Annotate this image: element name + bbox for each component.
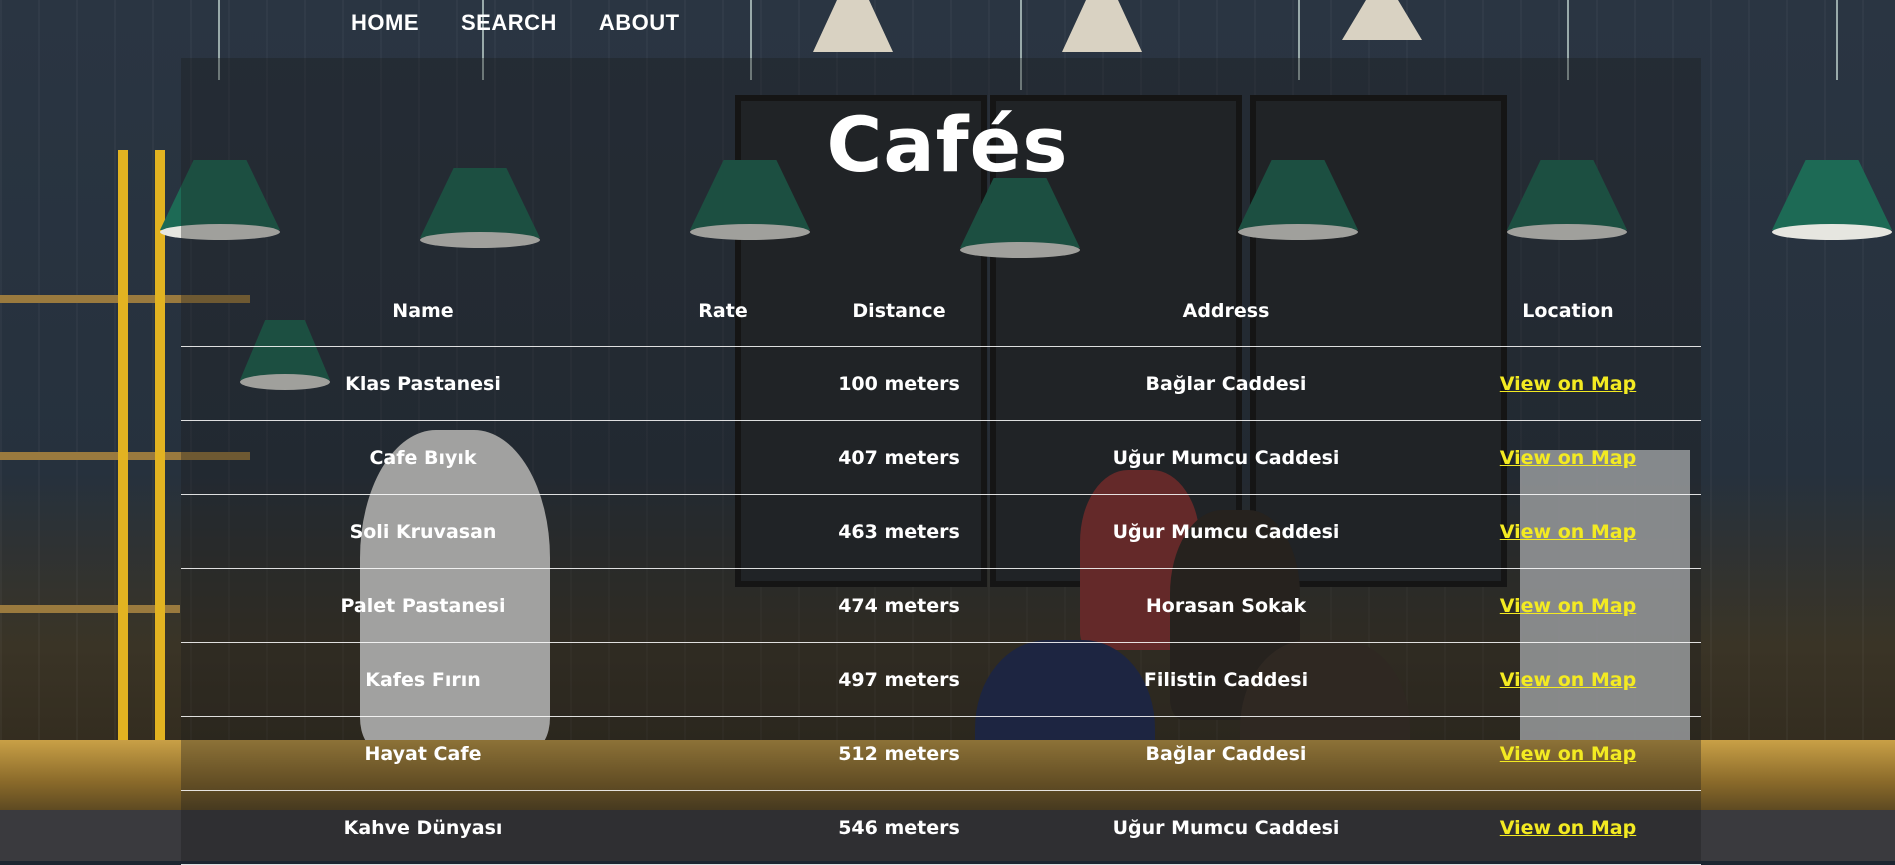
cafe-address: Uğur Mumcu Caddesi bbox=[1112, 816, 1340, 839]
view-on-map-link[interactable]: View on Map bbox=[1500, 447, 1636, 469]
view-on-map-link[interactable]: View on Map bbox=[1500, 521, 1636, 543]
cafe-distance: 407 meters bbox=[838, 446, 960, 469]
lamp-wire bbox=[1836, 0, 1838, 80]
header-distance: Distance bbox=[852, 299, 946, 322]
cafe-name: Hayat Cafe bbox=[364, 742, 482, 765]
cafe-distance: 100 meters bbox=[838, 372, 960, 395]
top-nav: HOME SEARCH ABOUT bbox=[351, 10, 680, 36]
view-on-map-link[interactable]: View on Map bbox=[1500, 595, 1636, 617]
cafe-distance: 474 meters bbox=[838, 594, 960, 617]
table-row: Kafes Fırın 497 meters Filistin Caddesi … bbox=[181, 643, 1701, 717]
cafe-distance: 463 meters bbox=[838, 520, 960, 543]
view-on-map-link[interactable]: View on Map bbox=[1500, 669, 1636, 691]
cafe-address: Uğur Mumcu Caddesi bbox=[1112, 520, 1340, 543]
cafe-name: Palet Pastanesi bbox=[340, 594, 506, 617]
table-row: Soli Kruvasan 463 meters Uğur Mumcu Cadd… bbox=[181, 495, 1701, 569]
cafe-name: Soli Kruvasan bbox=[349, 520, 497, 543]
cafe-name: Kahve Dünyası bbox=[343, 816, 503, 839]
lamp-rim bbox=[1772, 224, 1892, 240]
table-row: Klas Pastanesi 100 meters Bağlar Caddesi… bbox=[181, 347, 1701, 421]
page-title: Cafés bbox=[826, 100, 1069, 189]
cafe-address: Bağlar Caddesi bbox=[1145, 372, 1307, 395]
nav-search-link[interactable]: SEARCH bbox=[461, 10, 557, 36]
nav-home-link[interactable]: HOME bbox=[351, 10, 419, 36]
view-on-map-link[interactable]: View on Map bbox=[1500, 743, 1636, 765]
cafe-address: Filistin Caddesi bbox=[1143, 668, 1309, 691]
yellow-pole bbox=[118, 150, 128, 750]
cafe-name: Kafes Fırın bbox=[365, 668, 481, 691]
cafe-distance: 546 meters bbox=[838, 816, 960, 839]
table-row: Kahve Dünyası 546 meters Uğur Mumcu Cadd… bbox=[181, 791, 1701, 865]
table-row: Cafe Bıyık 407 meters Uğur Mumcu Caddesi… bbox=[181, 421, 1701, 495]
table-row: Palet Pastanesi 474 meters Horasan Sokak… bbox=[181, 569, 1701, 643]
table-header-row: Name Rate Distance Address Location bbox=[181, 275, 1701, 347]
header-name: Name bbox=[392, 299, 454, 322]
cafe-name: Klas Pastanesi bbox=[345, 372, 501, 395]
cafe-address: Horasan Sokak bbox=[1145, 594, 1307, 617]
yellow-pole bbox=[155, 150, 165, 750]
header-location: Location bbox=[1522, 299, 1614, 322]
header-rate: Rate bbox=[698, 299, 748, 322]
cafe-address: Uğur Mumcu Caddesi bbox=[1112, 446, 1340, 469]
cafe-address: Bağlar Caddesi bbox=[1145, 742, 1307, 765]
cafe-name: Cafe Bıyık bbox=[369, 446, 477, 469]
cafe-distance: 512 meters bbox=[838, 742, 960, 765]
header-address: Address bbox=[1182, 299, 1270, 322]
cafes-table: Name Rate Distance Address Location Klas… bbox=[181, 275, 1701, 865]
view-on-map-link[interactable]: View on Map bbox=[1500, 373, 1636, 395]
cafe-distance: 497 meters bbox=[838, 668, 960, 691]
nav-about-link[interactable]: ABOUT bbox=[599, 10, 680, 36]
view-on-map-link[interactable]: View on Map bbox=[1500, 817, 1636, 839]
table-row: Hayat Cafe 512 meters Bağlar Caddesi Vie… bbox=[181, 717, 1701, 791]
shelf bbox=[0, 605, 180, 613]
